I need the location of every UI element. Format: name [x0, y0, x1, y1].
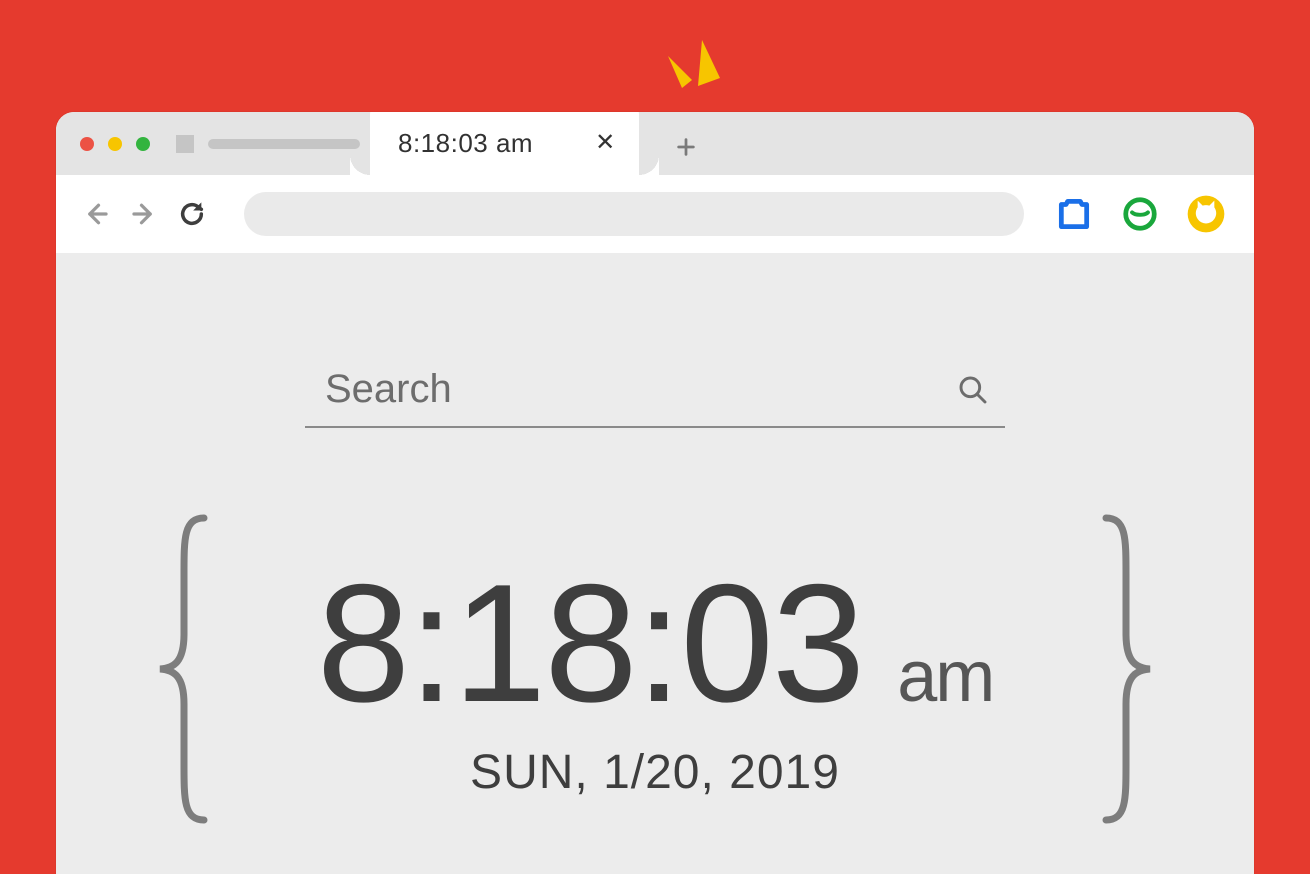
- date-value: SUN, 1/20, 2019: [470, 745, 840, 800]
- search-field[interactable]: [305, 361, 1005, 428]
- extension-icons: [1054, 194, 1226, 234]
- time-ampm: am: [897, 636, 993, 718]
- active-tab-title: 8:18:03 am: [398, 128, 533, 159]
- search-input[interactable]: [325, 367, 957, 412]
- inactive-tab-favicon: [176, 135, 194, 153]
- clock-module: 8:18:03 am SUN, 1/20, 2019: [56, 514, 1254, 824]
- window-controls: [80, 137, 150, 151]
- browser-window: 8:18:03 am ✕: [56, 112, 1254, 874]
- tab-strip: 8:18:03 am ✕: [56, 112, 1254, 175]
- address-bar[interactable]: [244, 192, 1024, 236]
- toolbar: [56, 175, 1254, 253]
- forward-button[interactable]: [126, 196, 162, 232]
- right-brace-decoration: [1096, 514, 1154, 824]
- time-row: 8:18:03 am: [317, 559, 994, 727]
- new-tab-button[interactable]: [675, 136, 697, 158]
- clock-inner: 8:18:03 am SUN, 1/20, 2019: [232, 514, 1078, 824]
- time-value: 8:18:03: [317, 559, 864, 727]
- extension-screenshot-icon[interactable]: [1054, 194, 1094, 234]
- back-button[interactable]: [78, 196, 114, 232]
- sparkle-accent: [668, 38, 732, 98]
- page-content: 8:18:03 am SUN, 1/20, 2019: [56, 253, 1254, 874]
- close-tab-button[interactable]: ✕: [591, 127, 619, 159]
- close-window-button[interactable]: [80, 137, 94, 151]
- extension-clock-icon[interactable]: [1120, 194, 1160, 234]
- search-icon[interactable]: [957, 374, 995, 406]
- active-tab[interactable]: 8:18:03 am ✕: [370, 112, 639, 175]
- reload-button[interactable]: [174, 196, 210, 232]
- minimize-window-button[interactable]: [108, 137, 122, 151]
- left-brace-decoration: [156, 514, 214, 824]
- extension-cat-icon[interactable]: [1186, 194, 1226, 234]
- maximize-window-button[interactable]: [136, 137, 150, 151]
- inactive-tab-title-placeholder: [208, 139, 360, 149]
